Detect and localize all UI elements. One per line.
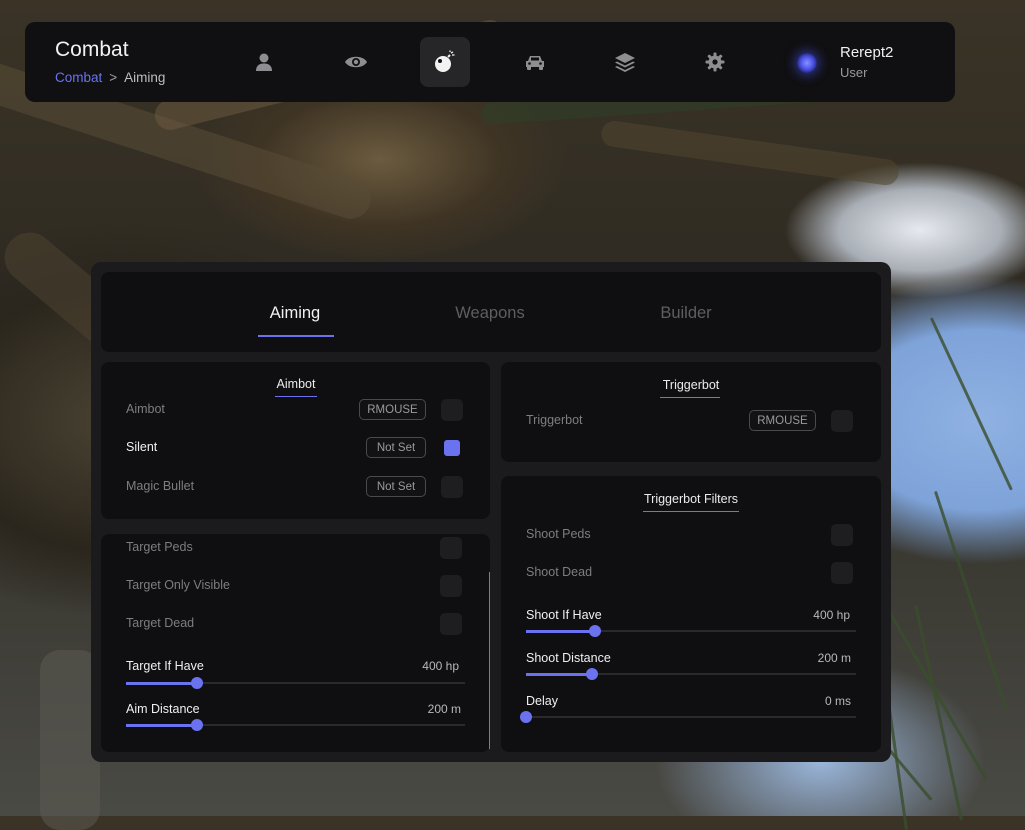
shoot-peds-label: Shoot Peds [526, 527, 591, 541]
aimbot-card-title: Aimbot [276, 377, 316, 391]
tab-builder[interactable]: Builder [652, 304, 720, 323]
breadcrumb-combat[interactable]: Combat [55, 70, 102, 85]
shoot-distance-slider[interactable] [526, 668, 856, 680]
car-icon [526, 56, 544, 70]
target-dead-checkbox[interactable] [440, 613, 462, 635]
target-if-have-label: Target If Have [126, 659, 204, 673]
shoot-if-have-value: 400 hp [813, 608, 850, 622]
triggerbot-label: Triggerbot [526, 413, 583, 427]
user-icon [256, 53, 272, 71]
breadcrumb-separator: > [109, 70, 118, 85]
tab-aiming[interactable]: Aiming [258, 304, 332, 323]
triggerbot-checkbox[interactable] [831, 410, 853, 432]
tab-bar: Aiming Weapons Builder [101, 272, 881, 352]
triggerbot-filters-title-underline [643, 511, 739, 512]
aim-distance-value: 200 m [427, 702, 461, 716]
gear-icon [705, 52, 725, 72]
magic-bullet-label: Magic Bullet [126, 479, 195, 493]
user-role: User [840, 65, 868, 80]
slider-handle[interactable] [191, 719, 204, 731]
triggerbot-card: Triggerbot Triggerbot RMOUSE [501, 362, 881, 462]
target-only-visible-checkbox[interactable] [440, 575, 462, 597]
page-title: Combat [55, 38, 129, 61]
breadcrumb-aiming: Aiming [124, 70, 166, 85]
eye-icon [345, 56, 367, 68]
shoot-peds-checkbox[interactable] [831, 524, 853, 546]
triggerbot-filters-card: Triggerbot Filters Shoot Peds Shoot Dead… [501, 476, 881, 752]
nav-combat-button[interactable] [420, 37, 470, 87]
target-only-visible-label: Target Only Visible [126, 578, 230, 592]
aimbot-title-underline [275, 396, 317, 397]
triggerbot-card-title: Triggerbot [662, 378, 720, 392]
shoot-dead-label: Shoot Dead [526, 565, 593, 579]
triggerbot-keybind-button[interactable]: RMOUSE [749, 410, 816, 431]
active-tab-indicator [258, 335, 334, 337]
silent-keybind-button[interactable]: Not Set [366, 437, 426, 458]
nav-settings-button[interactable] [690, 37, 740, 87]
layers-icon [615, 53, 635, 72]
slider-handle[interactable] [586, 668, 598, 680]
shoot-if-have-slider[interactable] [526, 625, 856, 637]
shoot-distance-label: Shoot Distance [526, 651, 611, 665]
target-peds-label: Target Peds [126, 540, 193, 554]
triggerbot-filters-title: Triggerbot Filters [643, 492, 738, 506]
triggerbot-title-underline [660, 397, 720, 398]
breadcrumb: Combat > Aiming [55, 70, 165, 85]
aimbot-keybind-button[interactable]: RMOUSE [359, 399, 426, 420]
delay-slider[interactable] [520, 711, 856, 723]
avatar[interactable] [797, 53, 817, 73]
nav-visuals-button[interactable] [331, 37, 381, 87]
silent-label: Silent [126, 440, 158, 454]
target-dead-label: Target Dead [126, 616, 195, 630]
bomb-icon [435, 50, 455, 72]
silent-checkbox[interactable] [444, 440, 460, 456]
main-panel: Aiming Weapons Builder Aimbot Aimbot RMO… [91, 262, 891, 762]
aim-distance-slider[interactable] [126, 719, 465, 731]
slider-handle[interactable] [520, 711, 532, 723]
slider-handle[interactable] [589, 625, 602, 637]
nav-profile-button[interactable] [239, 37, 289, 87]
target-if-have-value: 400 hp [422, 659, 459, 673]
shoot-if-have-label: Shoot If Have [526, 608, 602, 622]
top-bar: Combat Combat > Aiming Rerept2 User [25, 22, 955, 102]
target-if-have-slider[interactable] [126, 677, 465, 689]
slider-handle[interactable] [191, 677, 204, 689]
shoot-dead-checkbox[interactable] [831, 562, 853, 584]
slider-fill [126, 681, 198, 685]
aimbot-card: Aimbot Aimbot RMOUSE Silent Not Set Magi… [101, 362, 490, 519]
targeting-card: Target Peds Target Only Visible Target D… [101, 534, 490, 752]
magic-bullet-checkbox[interactable] [441, 476, 463, 498]
magic-bullet-keybind-button[interactable]: Not Set [366, 476, 426, 497]
nav-vehicle-button[interactable] [510, 37, 560, 87]
scrollbar[interactable] [489, 572, 490, 749]
nav-misc-button[interactable] [600, 37, 650, 87]
target-peds-checkbox[interactable] [440, 537, 462, 559]
slider-fill [126, 723, 198, 727]
delay-label: Delay [526, 694, 558, 708]
user-name: Rerept2 [840, 44, 894, 61]
tab-weapons[interactable]: Weapons [448, 304, 532, 323]
aimbot-label: Aimbot [126, 402, 165, 416]
shoot-distance-value: 200 m [817, 651, 851, 665]
aim-distance-label: Aim Distance [126, 702, 200, 716]
delay-value: 0 ms [824, 694, 851, 708]
slider-fill [526, 672, 592, 676]
aimbot-checkbox[interactable] [441, 399, 463, 421]
slider-fill [526, 629, 596, 633]
